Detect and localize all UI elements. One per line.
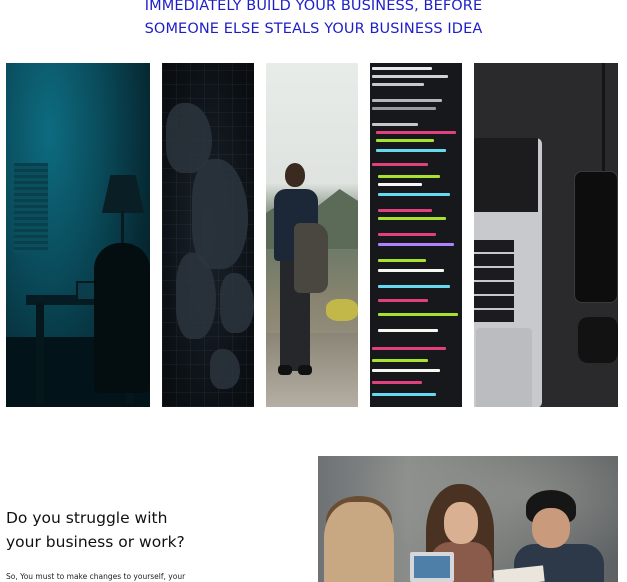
laptop <box>474 138 542 407</box>
code-line <box>376 139 434 142</box>
page-headline: IMMEDIATELY BUILD YOUR BUSINESS, BEFORE … <box>0 0 627 41</box>
code-line <box>372 123 418 126</box>
crater-lake <box>326 299 358 321</box>
headline-line-1: IMMEDIATELY BUILD YOUR BUSINESS, BEFORE <box>144 0 483 14</box>
code-line <box>376 149 446 152</box>
desk-leg <box>36 303 44 403</box>
code-line <box>378 299 428 302</box>
smartphone <box>574 171 618 303</box>
section-body-text: So, You must to make changes to yourself… <box>6 572 186 581</box>
man-head <box>285 163 305 187</box>
code-line <box>376 131 456 134</box>
code-line <box>372 393 436 396</box>
code-line <box>372 83 424 86</box>
code-line <box>372 347 446 350</box>
code-line <box>378 193 450 196</box>
code-line <box>378 259 426 262</box>
window-blinds <box>14 163 48 253</box>
photo-man-at-volcano <box>266 63 358 407</box>
code-line <box>378 243 454 246</box>
code-line <box>378 313 458 316</box>
code-line <box>378 175 440 178</box>
code-line <box>372 99 442 102</box>
code-line <box>378 233 436 236</box>
hooded-person <box>94 243 150 393</box>
question-line-2: your business or work? <box>6 533 185 551</box>
code-line <box>372 107 436 110</box>
photo-source-code-screen <box>370 63 462 407</box>
code-line <box>378 329 438 332</box>
code-line <box>378 217 446 220</box>
trackpad <box>476 328 532 407</box>
keyboard <box>474 240 514 322</box>
shoe <box>278 365 292 375</box>
watch <box>578 317 618 363</box>
photo-laptop-and-phone-desk <box>474 63 618 407</box>
code-line <box>372 75 448 78</box>
photo-team-at-laptop <box>318 456 618 582</box>
code-line <box>378 209 432 212</box>
lamp-shade <box>102 175 144 213</box>
code-line <box>372 67 432 70</box>
code-line <box>372 359 428 362</box>
photo-hacker-at-desk <box>6 63 150 407</box>
cable <box>602 63 605 173</box>
code-line <box>378 183 422 186</box>
question-line-1: Do you struggle with <box>6 509 168 527</box>
laptop-screen <box>414 556 450 578</box>
laptop-hinge <box>474 138 538 212</box>
person-left <box>324 502 394 582</box>
person-right-face <box>532 508 570 548</box>
code-line <box>372 163 428 166</box>
code-line <box>378 285 450 288</box>
code-line <box>372 381 422 384</box>
section-question: Do you struggle with your business or wo… <box>6 506 246 554</box>
held-jacket <box>294 223 328 293</box>
code-line <box>378 269 444 272</box>
photo-dark-world-map <box>162 63 254 407</box>
headline-line-2: SOMEONE ELSE STEALS YOUR BUSINESS IDEA <box>144 21 483 37</box>
continent <box>210 349 240 389</box>
person-middle-face <box>444 502 478 544</box>
code-line <box>372 369 440 372</box>
shoe <box>298 365 312 375</box>
